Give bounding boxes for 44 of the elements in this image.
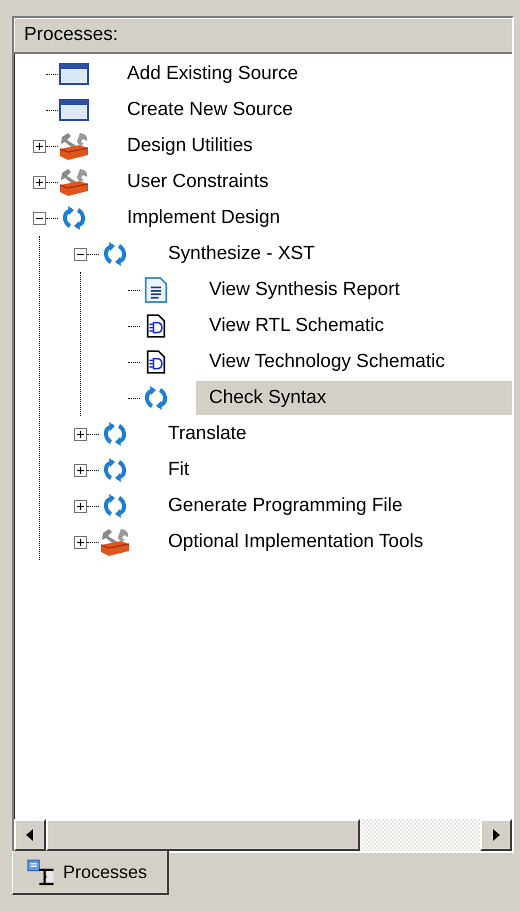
tree-item[interactable]: User Constraints	[114, 165, 276, 199]
scroll-thumb[interactable]	[46, 819, 360, 851]
panel-title: Processes:	[24, 24, 118, 46]
tree-item[interactable]: Implement Design	[114, 201, 288, 235]
document-icon	[144, 276, 168, 304]
scroll-right-button[interactable]	[480, 819, 512, 851]
expand-button[interactable]	[74, 464, 86, 476]
plus-icon	[76, 430, 84, 438]
expand-button[interactable]	[32, 140, 46, 152]
collapse-button[interactable]	[32, 212, 46, 224]
tree-item[interactable]: Fit	[155, 453, 198, 487]
tree-item[interactable]: Create New Source	[114, 93, 301, 127]
tree-item[interactable]: Add Existing Source	[114, 57, 306, 91]
tree-item[interactable]: Check Syntax	[196, 381, 512, 415]
tree-item[interactable]: Design Utilities	[114, 129, 261, 163]
window-icon	[59, 63, 89, 85]
tree-item[interactable]: View Technology Schematic	[196, 345, 453, 379]
scroll-left-button[interactable]	[14, 819, 46, 851]
expand-button[interactable]	[74, 536, 86, 548]
tree-item[interactable]: Synthesize - XST	[155, 237, 323, 271]
toolbox-icon	[99, 527, 131, 557]
plus-icon	[34, 142, 44, 150]
plus-icon	[34, 178, 44, 186]
toolbox-icon	[58, 167, 90, 197]
toolbox-icon	[58, 131, 90, 161]
schematic-icon	[146, 313, 166, 339]
window-icon	[59, 99, 89, 121]
expand-button[interactable]	[32, 176, 46, 188]
panel-tab[interactable]: Processes	[12, 851, 170, 895]
right-arrow-icon	[492, 829, 500, 841]
tree-item[interactable]: Translate	[155, 417, 254, 451]
plus-icon	[76, 466, 84, 474]
collapse-button[interactable]	[74, 248, 86, 260]
expand-button[interactable]	[74, 500, 86, 512]
scrollbar[interactable]	[14, 819, 512, 851]
schematic-icon	[146, 349, 166, 375]
tree-item[interactable]: View RTL Schematic	[196, 309, 392, 343]
tree-item[interactable]: Optional Implementation Tools	[155, 525, 432, 559]
left-arrow-icon	[26, 829, 34, 841]
plus-icon	[76, 502, 84, 510]
plus-icon	[76, 538, 84, 546]
tree-item[interactable]: Generate Programming File	[155, 489, 410, 523]
expand-button[interactable]	[74, 428, 86, 440]
tree-item[interactable]: View Synthesis Report	[196, 273, 408, 307]
